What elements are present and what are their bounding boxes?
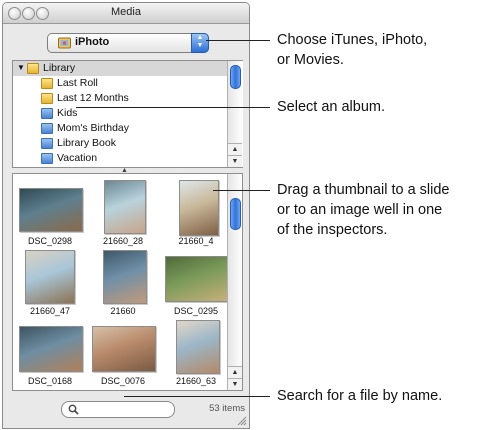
- photo-thumbnail[interactable]: DSC_0298: [15, 180, 85, 248]
- search-field[interactable]: [61, 401, 175, 418]
- popup-arrows-icon: ▲ ▼: [191, 33, 209, 53]
- photo-image: [176, 320, 220, 374]
- photo-thumbnail[interactable]: 21660_28: [88, 180, 158, 248]
- photo-thumbnail[interactable]: 21660_47: [15, 250, 85, 318]
- photo-caption: DSC_0076: [100, 376, 146, 386]
- album-label: Library Book: [57, 137, 116, 149]
- album-label: Vacation: [57, 152, 98, 164]
- callout-search-text: Search for a file by name.: [277, 386, 442, 406]
- scroll-down-arrow[interactable]: ▼: [228, 378, 242, 390]
- album-icon: [41, 108, 53, 119]
- album-icon: [41, 123, 53, 134]
- photo-caption: 21660_47: [29, 306, 71, 316]
- photo-image: [25, 250, 75, 304]
- scroll-down-arrow[interactable]: ▼: [228, 155, 242, 167]
- photo-caption: DSC_0295: [173, 306, 219, 316]
- album-label: Last 12 Months: [57, 92, 129, 104]
- photo-image: [104, 180, 146, 234]
- album-item-last-roll[interactable]: Last Roll: [13, 76, 227, 91]
- callout-line-source: [206, 40, 270, 41]
- album-icon: [41, 153, 53, 164]
- photo-image: [19, 188, 83, 232]
- scroll-up-arrow[interactable]: ▲: [228, 143, 242, 155]
- photo-browser-scrollbar[interactable]: ▲ ▼: [227, 174, 242, 390]
- photo-thumbnail[interactable]: DSC_0295: [161, 250, 231, 318]
- album-item-last-12-months[interactable]: Last 12 Months: [13, 91, 227, 106]
- album-item-kids[interactable]: Kids: [13, 106, 227, 121]
- callout-line-album: [76, 107, 270, 108]
- album-label: Last Roll: [57, 77, 98, 89]
- callout-album-text: Select an album.: [277, 97, 385, 117]
- photo-caption: 21660: [110, 306, 136, 316]
- photo-caption: 21660_28: [102, 236, 144, 246]
- photo-image: [19, 326, 83, 372]
- library-icon: [27, 63, 39, 74]
- media-window: Media iPhoto ▲ ▼ ▼ Library Last Roll Last…: [2, 2, 250, 429]
- photo-caption: 21660_4: [178, 236, 214, 246]
- album-label: Mom's Birthday: [57, 122, 130, 134]
- photo-caption: DSC_0168: [27, 376, 73, 386]
- callout-line-1: Select an album.: [277, 99, 386, 115]
- photo-thumbnail[interactable]: DSC_0076: [88, 320, 158, 388]
- callout-line-1: Drag a thumbnail to a slide: [277, 182, 450, 198]
- photo-browser[interactable]: DSC_0298 21660_28 21660_4 21660_47 21660 DSC_…: [12, 173, 243, 391]
- album-icon: [41, 138, 53, 149]
- item-count: 53 items: [209, 403, 245, 414]
- album-item-moms-birthday[interactable]: Mom's Birthday: [13, 121, 227, 136]
- album-item-vacation[interactable]: Vacation: [13, 151, 227, 166]
- magnifier-icon: [68, 404, 79, 415]
- callout-line-2: or to an image well in one: [277, 202, 443, 218]
- scroll-up-arrow[interactable]: ▲: [228, 366, 242, 378]
- photo-thumbnail[interactable]: 21660: [88, 250, 158, 318]
- callout-source-text: Choose iTunes, iPhoto, or Movies.: [277, 30, 427, 70]
- callout-line-1: Choose iTunes, iPhoto,: [277, 32, 428, 48]
- photo-caption: DSC_0298: [27, 236, 73, 246]
- resize-grip-icon[interactable]: [235, 414, 247, 426]
- scroll-thumb[interactable]: [230, 198, 241, 230]
- photo-image: [92, 326, 156, 372]
- source-popup-label: iPhoto: [75, 36, 110, 48]
- source-popup[interactable]: iPhoto ▲ ▼: [47, 33, 209, 53]
- album-list[interactable]: ▼ Library Last Roll Last 12 Months Kids …: [12, 60, 243, 168]
- calendar-folder-icon: [41, 93, 53, 104]
- photo-caption: 21660_63: [175, 376, 217, 386]
- album-item-library[interactable]: ▼ Library: [13, 61, 227, 76]
- album-item-library-book[interactable]: Library Book: [13, 136, 227, 151]
- title-bar[interactable]: Media: [3, 3, 249, 24]
- disclosure-triangle-icon[interactable]: ▼: [17, 63, 25, 72]
- callout-line-1: Search for a file by name.: [277, 388, 443, 404]
- photo-thumbnail[interactable]: DSC_0168: [15, 320, 85, 388]
- window-title: Media: [111, 6, 141, 18]
- callout-line-search: [124, 396, 270, 397]
- callout-line-3: of the inspectors.: [277, 222, 388, 238]
- photo-image: [165, 256, 229, 302]
- photo-thumbnail[interactable]: 21660_63: [161, 320, 231, 388]
- scroll-thumb[interactable]: [230, 65, 241, 89]
- last-roll-icon: [41, 78, 53, 89]
- album-list-scrollbar[interactable]: ▲ ▼: [227, 61, 243, 167]
- photo-image: [179, 180, 219, 236]
- photo-image: [103, 250, 147, 304]
- search-input[interactable]: [82, 403, 170, 414]
- callout-drag-text: Drag a thumbnail to a slide or to an ima…: [277, 180, 450, 240]
- callout-line-2: or Movies.: [277, 52, 344, 68]
- callout-line-drag: [213, 190, 270, 191]
- album-label: Library: [43, 62, 76, 74]
- iphoto-icon: [58, 37, 71, 49]
- album-label: Kids: [57, 107, 78, 119]
